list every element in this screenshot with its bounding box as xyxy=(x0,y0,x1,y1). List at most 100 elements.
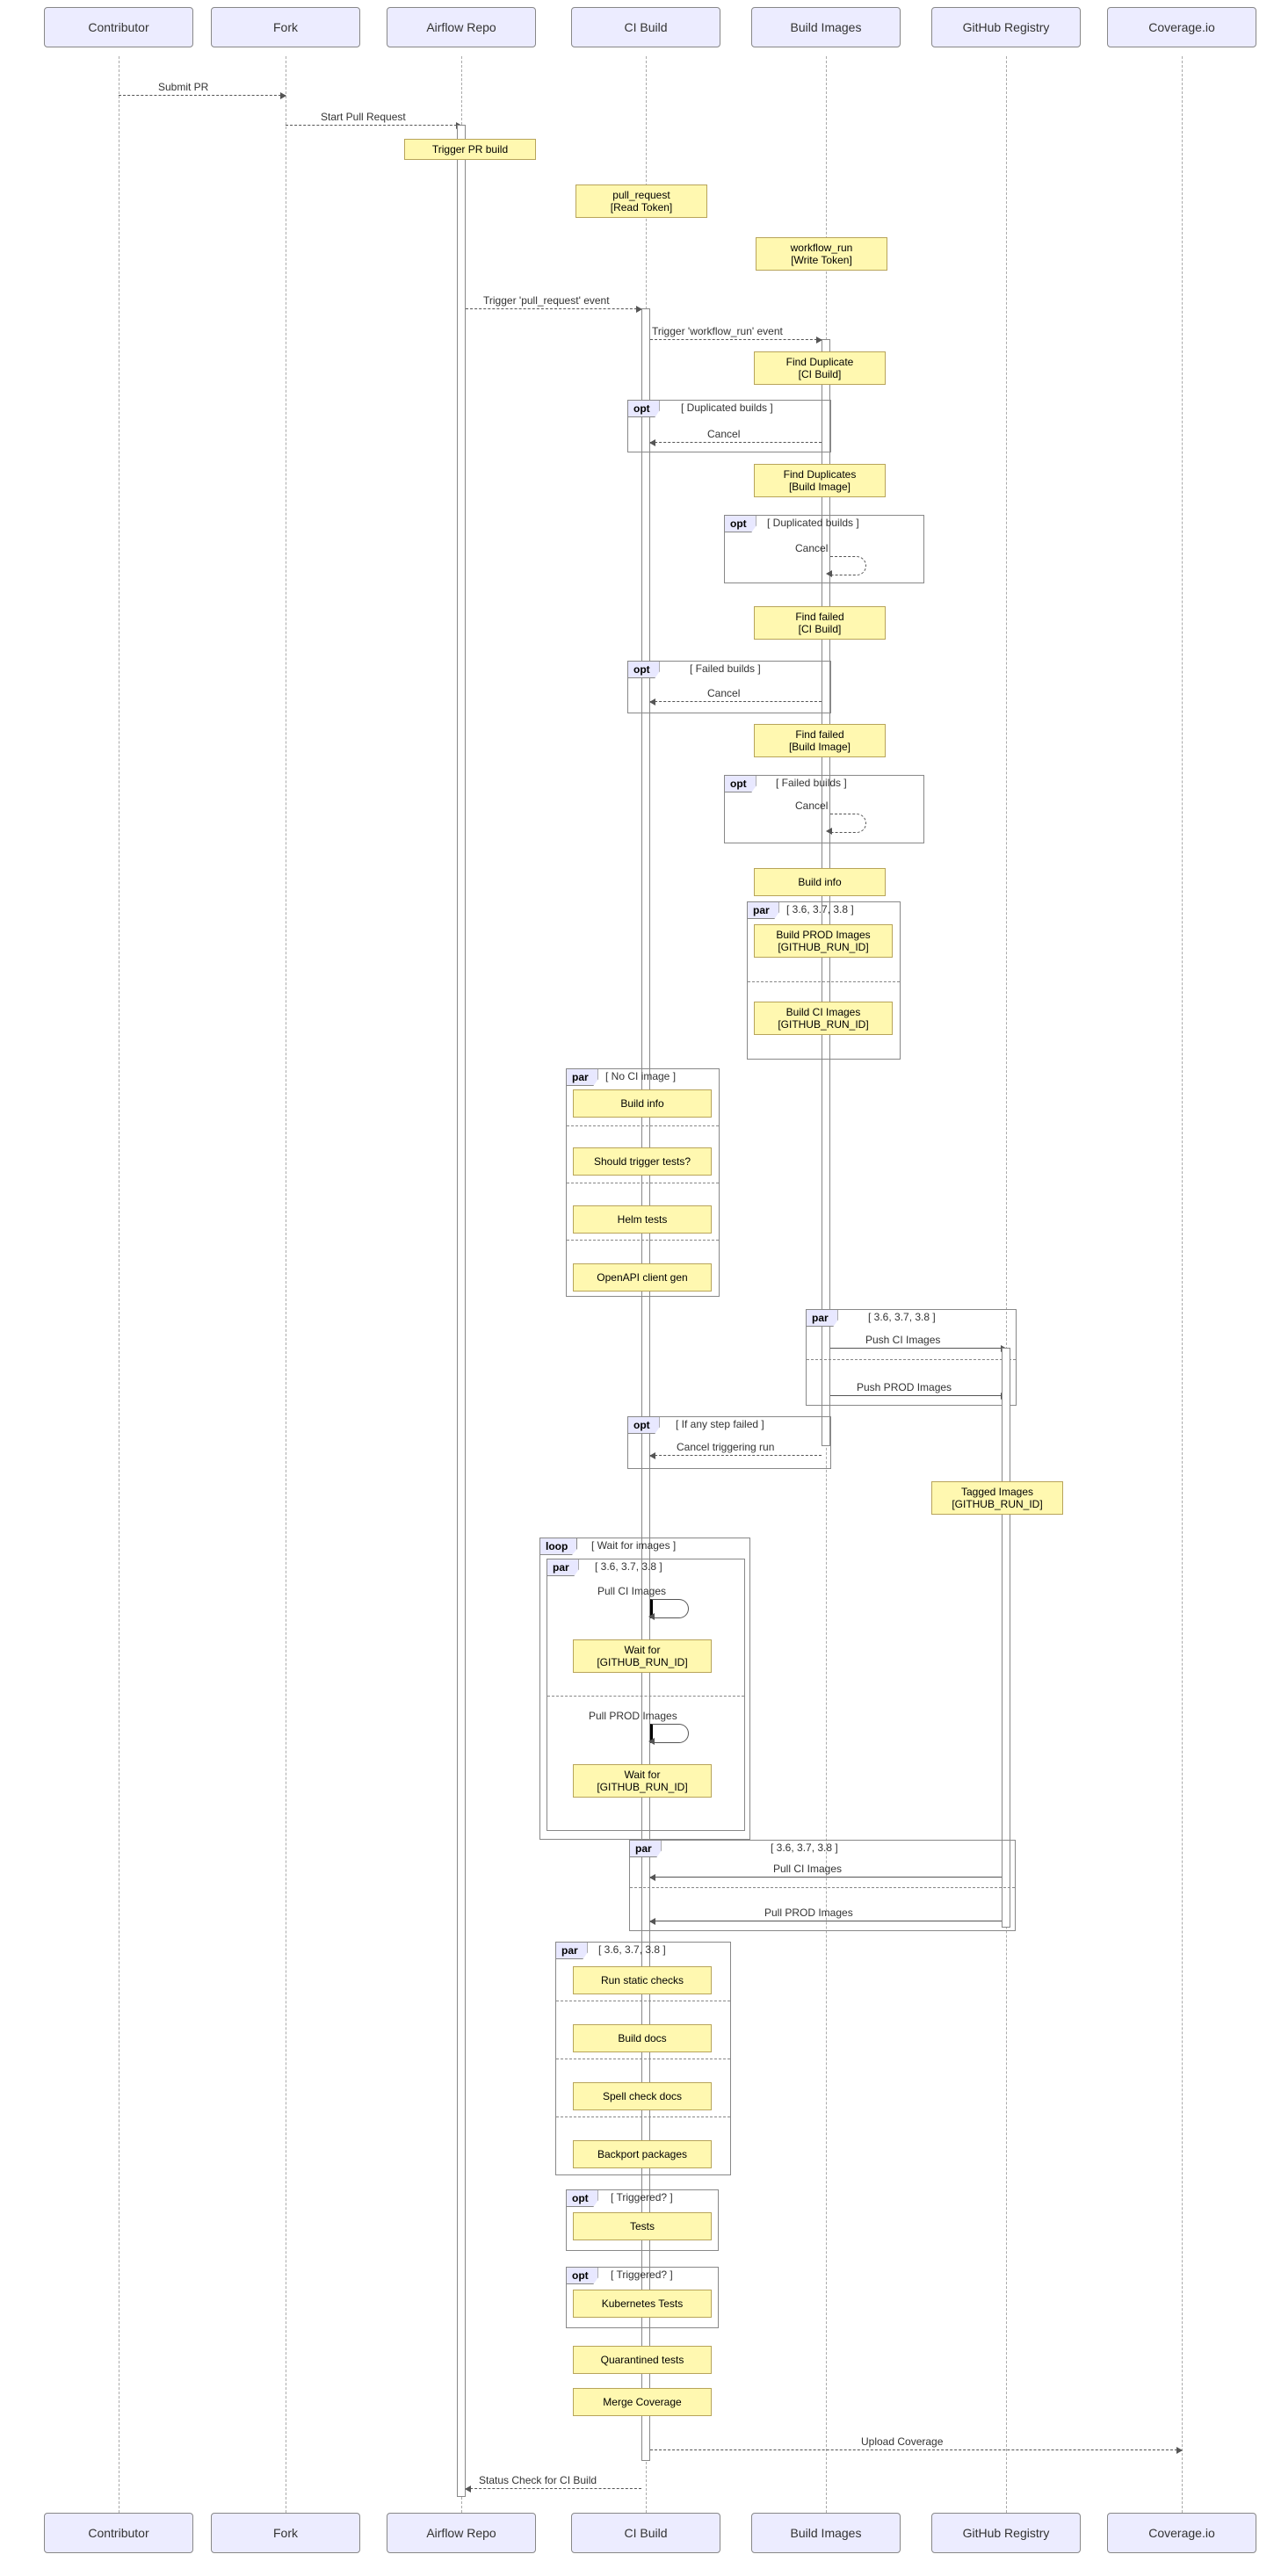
note-merge-cov: Merge Coverage xyxy=(573,2388,712,2416)
arrow-upload-cov xyxy=(650,2449,1182,2450)
note-workflow-run: workflow_run[Write Token] xyxy=(756,237,887,271)
frag-cond-failed2: [ Failed builds ] xyxy=(776,777,847,789)
msg-upload-cov: Upload Coverage xyxy=(861,2435,943,2448)
msg-cancel-2: Cancel xyxy=(795,542,828,554)
note-tagged: Tagged Images[GITHUB_RUN_ID] xyxy=(931,1481,1063,1515)
frag-label-opt6: opt xyxy=(567,2190,598,2207)
self-loop-cancel-bi2 xyxy=(830,814,866,833)
note-build-info-1: Build info xyxy=(754,868,886,896)
actor-coverage-top: Coverage.io xyxy=(1107,7,1256,47)
lifeline-ghregistry xyxy=(1006,56,1007,2513)
note-quarantined: Quarantined tests xyxy=(573,2346,712,2374)
arrow-trigger-pr-event xyxy=(466,308,641,309)
note-build-prod: Build PROD Images[GITHUB_RUN_ID] xyxy=(754,924,893,958)
frag-cond-dup: [ Duplicated builds ] xyxy=(681,402,773,414)
actor-ghregistry-top: GitHub Registry xyxy=(931,7,1081,47)
frag-label-loop: loop xyxy=(540,1538,577,1555)
frag-label-par6: par xyxy=(556,1943,588,1959)
frag-cond-ver3: [ 3.6, 3.7, 3.8 ] xyxy=(595,1560,662,1573)
msg-cancel-3: Cancel xyxy=(707,687,740,699)
note-wait-2: Wait for[GITHUB_RUN_ID] xyxy=(573,1764,712,1798)
frag-cond-ver5: [ 3.6, 3.7, 3.8 ] xyxy=(598,1943,666,1956)
msg-pull-prod-2: Pull PROD Images xyxy=(764,1907,853,1919)
arrow-cancel-1 xyxy=(650,442,822,443)
msg-cancel-1: Cancel xyxy=(707,428,740,440)
sequence-diagram: Contributor Fork Airflow Repo CI Build B… xyxy=(0,0,1274,2576)
arrow-pull-ci-2 xyxy=(650,1877,1002,1878)
msg-start-pr: Start Pull Request xyxy=(321,111,406,123)
note-pull-request: pull_request[Read Token] xyxy=(575,185,707,218)
self-loop-cancel-bi xyxy=(830,556,866,575)
note-run-static: Run static checks xyxy=(573,1966,712,1994)
actor-contributor-bot: Contributor xyxy=(44,2513,193,2553)
note-k8s: Kubernetes Tests xyxy=(573,2290,712,2318)
frag-cond-ver1: [ 3.6, 3.7, 3.8 ] xyxy=(786,903,854,915)
frag-cond-ver2: [ 3.6, 3.7, 3.8 ] xyxy=(868,1311,936,1323)
self-loop-pullci xyxy=(650,1599,689,1618)
msg-push-ci: Push CI Images xyxy=(865,1334,940,1346)
msg-status-check: Status Check for CI Build xyxy=(479,2474,597,2486)
msg-cancel-trig: Cancel triggering run xyxy=(677,1441,774,1453)
msg-trigger-pr-event: Trigger 'pull_request' event xyxy=(483,294,610,307)
frag-cond-failed: [ Failed builds ] xyxy=(690,662,761,675)
msg-pull-ci-2: Pull CI Images xyxy=(773,1863,842,1875)
note-find-failed-ci: Find failed[CI Build] xyxy=(754,606,886,640)
msg-trigger-wr-event: Trigger 'workflow_run' event xyxy=(652,325,783,337)
frag-label-opt2: opt xyxy=(725,516,756,532)
actor-fork-top: Fork xyxy=(211,7,360,47)
frag-label-par1: par xyxy=(748,902,779,919)
msg-pull-ci-1: Pull CI Images xyxy=(597,1585,666,1597)
note-tests: Tests xyxy=(573,2212,712,2240)
actor-coverage-bot: Coverage.io xyxy=(1107,2513,1256,2553)
arrow-push-prod xyxy=(830,1395,1006,1396)
arrow-status-check xyxy=(466,2488,641,2489)
frag-cond-trig1: [ Triggered? ] xyxy=(611,2191,673,2203)
actor-fork-bot: Fork xyxy=(211,2513,360,2553)
actor-airflow-top: Airflow Repo xyxy=(387,7,536,47)
note-spell: Spell check docs xyxy=(573,2082,712,2110)
frag-opt-dup-ci: opt [ Duplicated builds ] xyxy=(627,400,831,452)
note-find-dup-bi: Find Duplicates[Build Image] xyxy=(754,464,886,497)
msg-submit-pr: Submit PR xyxy=(158,81,208,93)
note-build-docs: Build docs xyxy=(573,2024,712,2052)
frag-cond-ver4: [ 3.6, 3.7, 3.8 ] xyxy=(771,1842,838,1854)
frag-label-opt3: opt xyxy=(628,662,660,678)
msg-push-prod: Push PROD Images xyxy=(857,1381,952,1393)
note-helm: Helm tests xyxy=(573,1205,712,1234)
actor-contributor-top: Contributor xyxy=(44,7,193,47)
lifeline-coverage xyxy=(1182,56,1183,2513)
actor-buildimages-top: Build Images xyxy=(751,7,901,47)
arrow-cancel-3 xyxy=(650,701,822,702)
activation-airflow xyxy=(457,125,466,2497)
frag-cond-anyfail: [ If any step failed ] xyxy=(676,1418,764,1430)
actor-ghregistry-bot: GitHub Registry xyxy=(931,2513,1081,2553)
frag-label-opt4: opt xyxy=(725,776,756,792)
frag-label-opt: opt xyxy=(628,401,660,417)
msg-cancel-4: Cancel xyxy=(795,800,828,812)
note-find-failed-bi: Find failed[Build Image] xyxy=(754,724,886,757)
actor-cibuild-bot: CI Build xyxy=(571,2513,720,2553)
arrow-cancel-trig xyxy=(650,1455,822,1456)
frag-label-opt7: opt xyxy=(567,2268,598,2284)
frag-label-par2: par xyxy=(567,1069,598,1086)
note-openapi: OpenAPI client gen xyxy=(573,1263,712,1292)
actor-airflow-bot: Airflow Repo xyxy=(387,2513,536,2553)
arrow-trigger-wr-event xyxy=(650,339,822,340)
arrow-submit-pr xyxy=(119,95,286,96)
actor-buildimages-bot: Build Images xyxy=(751,2513,901,2553)
frag-label-par4: par xyxy=(547,1559,579,1576)
note-build-info-2: Build info xyxy=(573,1089,712,1118)
frag-cond-dup2: [ Duplicated builds ] xyxy=(767,517,859,529)
note-find-dup-ci: Find Duplicate[CI Build] xyxy=(754,351,886,385)
frag-label-opt5: opt xyxy=(628,1417,660,1434)
frag-cond-noci: [ No CI image ] xyxy=(605,1070,676,1082)
note-backport: Backport packages xyxy=(573,2140,712,2168)
arrow-push-ci xyxy=(830,1348,1006,1349)
note-wait-1: Wait for[GITHUB_RUN_ID] xyxy=(573,1639,712,1673)
frag-cond-wait: [ Wait for images ] xyxy=(591,1539,676,1552)
frag-label-par5: par xyxy=(630,1841,662,1857)
self-loop-pullprod xyxy=(650,1724,689,1743)
note-should-trigger: Should trigger tests? xyxy=(573,1147,712,1176)
frag-label-par3: par xyxy=(807,1310,838,1327)
frag-cond-trig2: [ Triggered? ] xyxy=(611,2268,673,2281)
